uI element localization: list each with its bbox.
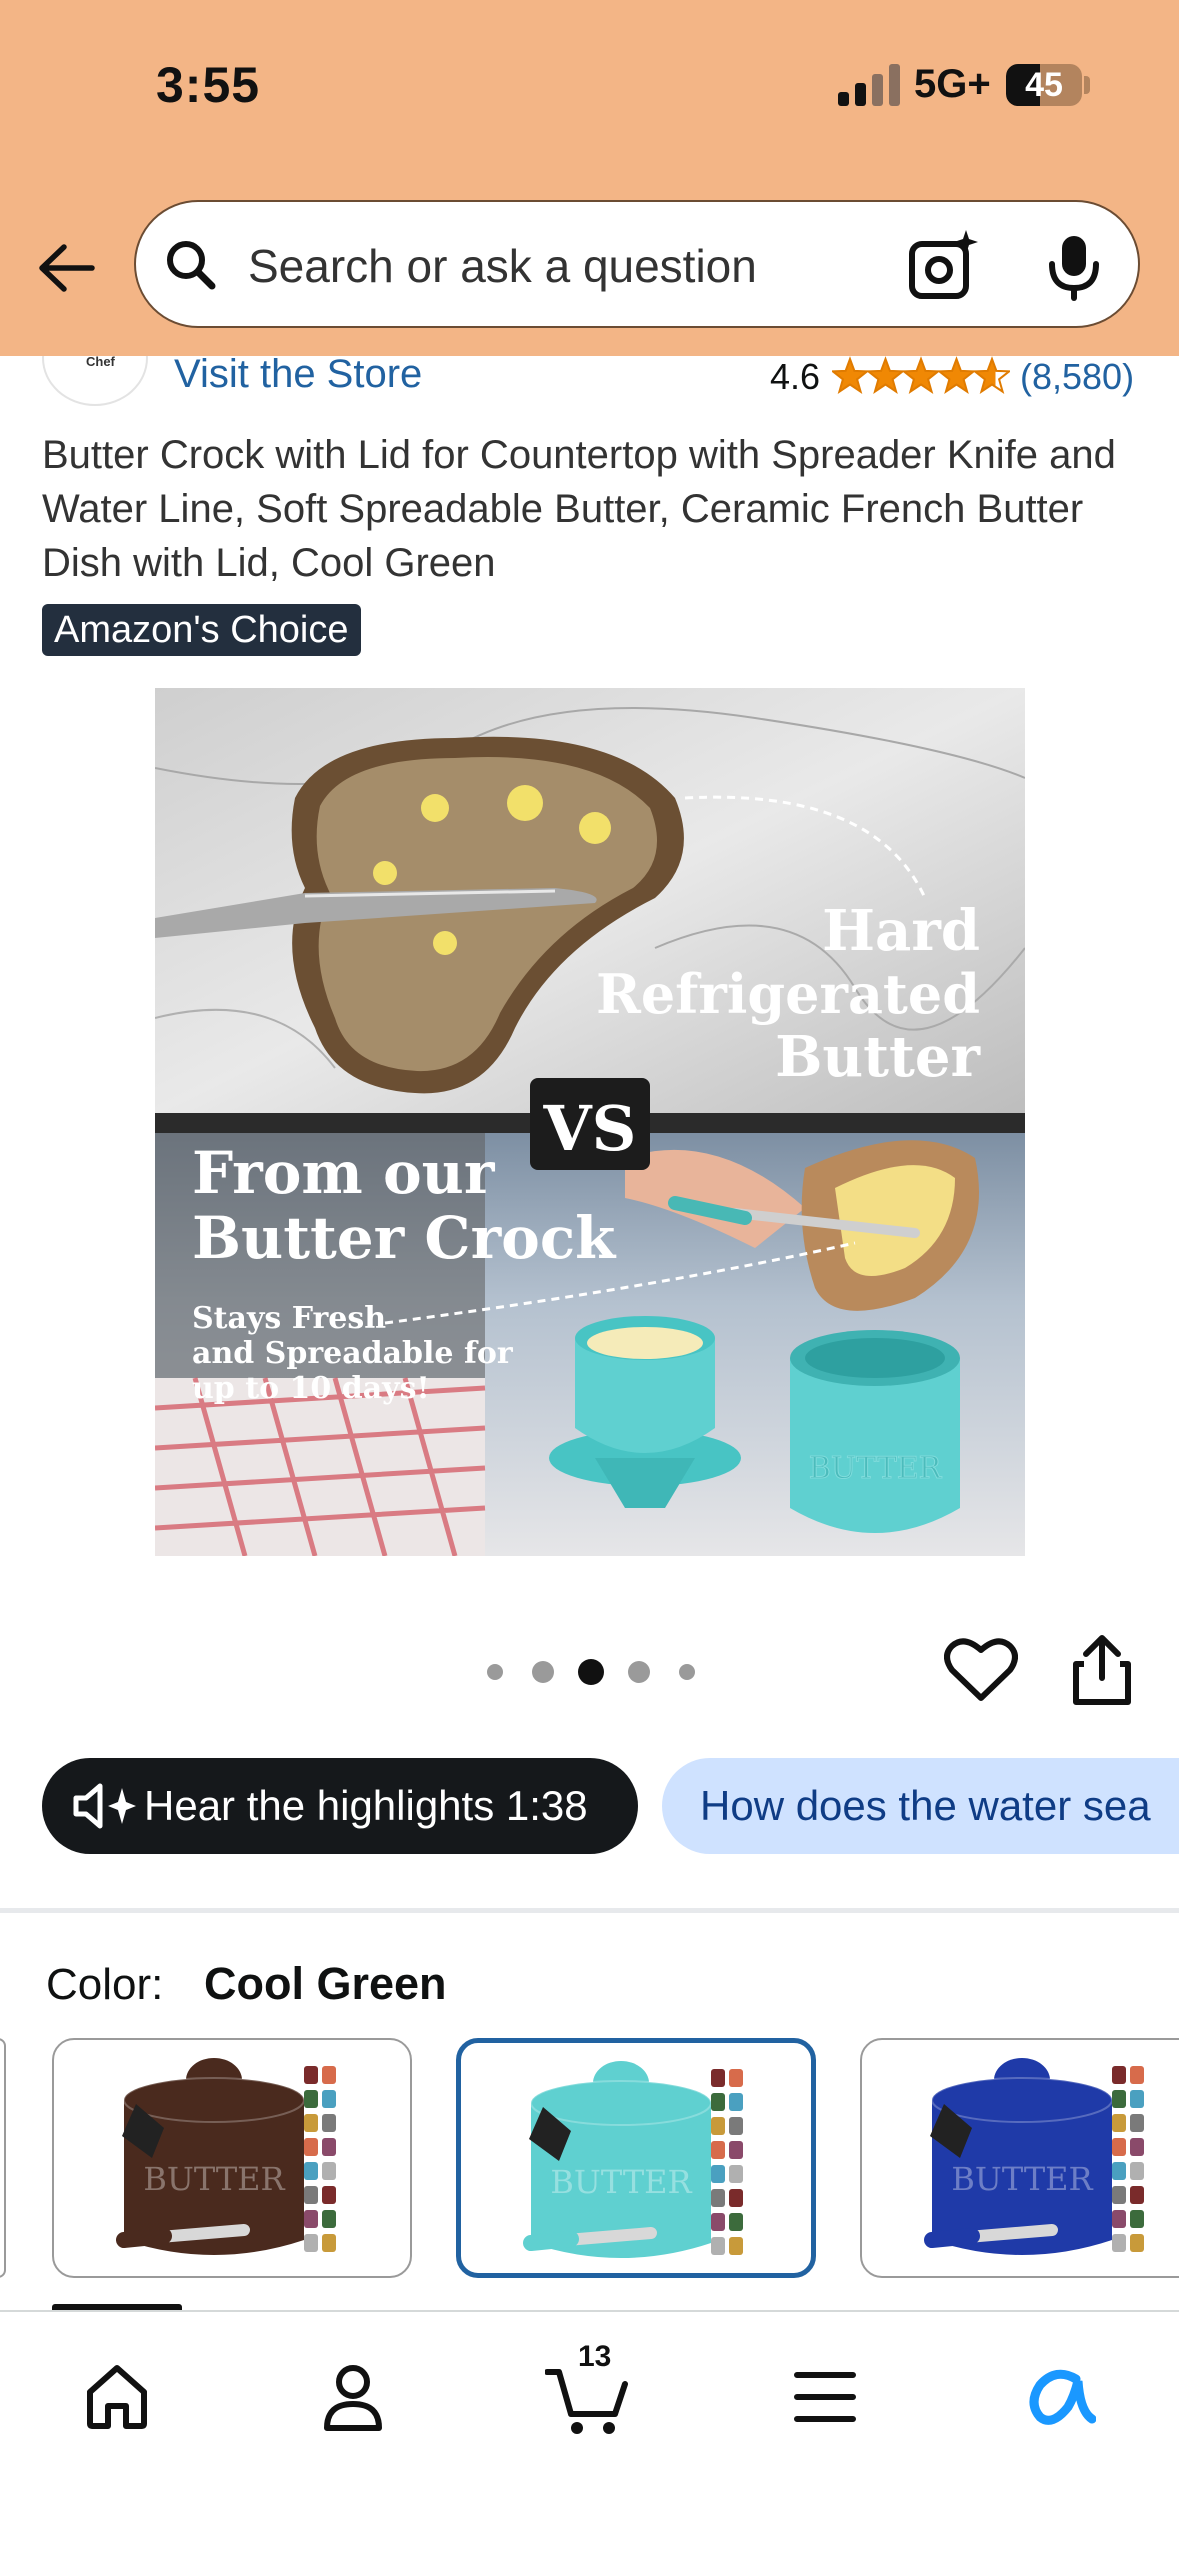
camera-search-icon[interactable]: [906, 228, 982, 304]
carousel-dot[interactable]: [578, 1659, 604, 1685]
home-icon: [87, 2365, 147, 2429]
status-bar: 3:55 5G+ 45: [0, 0, 1179, 180]
back-arrow-icon: [39, 244, 95, 292]
top-caption-3: Butter: [775, 1024, 981, 1090]
question-chip[interactable]: How does the water sea: [662, 1758, 1179, 1854]
swatch-crock-text: BUTTER: [951, 2160, 1093, 2198]
carousel-dot[interactable]: [532, 1661, 554, 1683]
bottom-sub-3: up to 10 days!: [192, 1371, 430, 1406]
swatch-crock-text: BUTTER: [143, 2160, 285, 2198]
swatch-partial[interactable]: [0, 2038, 6, 2278]
battery-icon: 45: [1006, 64, 1082, 106]
bottom-nav: 13: [0, 2310, 1179, 2556]
speaker-sparkle-icon: [73, 1783, 136, 1829]
top-header: 3:55 5G+ 45: [0, 0, 1179, 356]
nav-menu[interactable]: [780, 2352, 870, 2442]
hear-highlights-label: Hear the highlights 1:38: [144, 1782, 588, 1829]
color-label: Color:: [46, 1960, 164, 2009]
bottom-sub-1: Stays Fresh: [192, 1301, 386, 1336]
share-icon[interactable]: [1070, 1634, 1134, 1706]
color-value: Cool Green: [204, 1958, 447, 2009]
visit-store-link[interactable]: Visit the Store: [174, 352, 422, 397]
nav-account[interactable]: [308, 2352, 398, 2442]
battery-level: 45: [1025, 66, 1063, 104]
search-icon: [167, 241, 216, 290]
network-type: 5G+: [914, 62, 991, 106]
vs-label: VS: [543, 1092, 637, 1165]
menu-icon: [794, 2372, 856, 2422]
rating-value: 4.6: [770, 356, 821, 397]
product-title: Butter Crock with Lid for Countertop wit…: [42, 433, 1116, 585]
product-image[interactable]: Hard Refrigerated Butter BUTTER From our…: [155, 688, 1025, 1556]
swatch-image: BUTTER: [116, 2058, 336, 2255]
search-input[interactable]: [248, 236, 808, 296]
status-time: 3:55: [156, 57, 261, 113]
carousel-dot[interactable]: [487, 1664, 503, 1680]
star-3: [901, 356, 941, 394]
top-caption-1: Hard: [822, 898, 980, 964]
cart-count: 13: [578, 2340, 612, 2373]
brand-logo-text: Chef: [86, 354, 115, 369]
back-button[interactable]: [30, 232, 102, 304]
star-5: [972, 356, 1010, 394]
account-icon: [324, 2365, 382, 2431]
rating-stars[interactable]: [832, 356, 1010, 396]
bottom-heading-1: From our: [192, 1139, 496, 1207]
cell-signal-icon: [838, 64, 900, 106]
bottom-sub-2: and Spreadable for: [192, 1336, 514, 1371]
carousel-dot[interactable]: [628, 1661, 650, 1683]
swatch-image: BUTTER: [523, 2061, 743, 2258]
color-swatch[interactable]: BUTTER: [860, 2038, 1179, 2278]
question-chip-label: How does the water sea: [700, 1782, 1151, 1829]
star-1: [832, 356, 870, 394]
carousel-dot[interactable]: [679, 1664, 695, 1680]
crock-text: BUTTER: [809, 1451, 943, 1486]
color-swatch[interactable]: BUTTER: [456, 2038, 816, 2278]
product-page: 3:55 5G+ 45 Search or ask a question Che…: [0, 0, 1179, 2556]
star-4: [936, 356, 977, 394]
battery-nub: [1084, 76, 1090, 94]
amazons-choice-badge[interactable]: Amazon's Choice: [42, 604, 361, 656]
swatch-image: BUTTER: [924, 2058, 1144, 2255]
nav-home[interactable]: [72, 2352, 162, 2442]
rating-count-link[interactable]: (8,580): [1020, 356, 1134, 398]
bottom-heading-2: Butter Crock: [192, 1204, 617, 1272]
search-bar[interactable]: [134, 200, 1140, 328]
nav-rufus[interactable]: [1016, 2352, 1106, 2442]
section-divider: [0, 1908, 1179, 1913]
rufus-icon: [1029, 2369, 1096, 2425]
hear-highlights-button[interactable]: Hear the highlights 1:38: [42, 1758, 638, 1854]
carousel-dots[interactable]: [482, 1654, 702, 1690]
color-swatch[interactable]: BUTTER: [52, 2038, 412, 2278]
top-caption-2: Refrigerated: [596, 962, 980, 1026]
product-image-art: Hard Refrigerated Butter BUTTER From our…: [155, 688, 1025, 1556]
swatch-crock-text: BUTTER: [550, 2163, 692, 2201]
microphone-icon[interactable]: [1042, 232, 1106, 302]
heart-icon[interactable]: [944, 1636, 1018, 1704]
star-2: [865, 356, 906, 394]
